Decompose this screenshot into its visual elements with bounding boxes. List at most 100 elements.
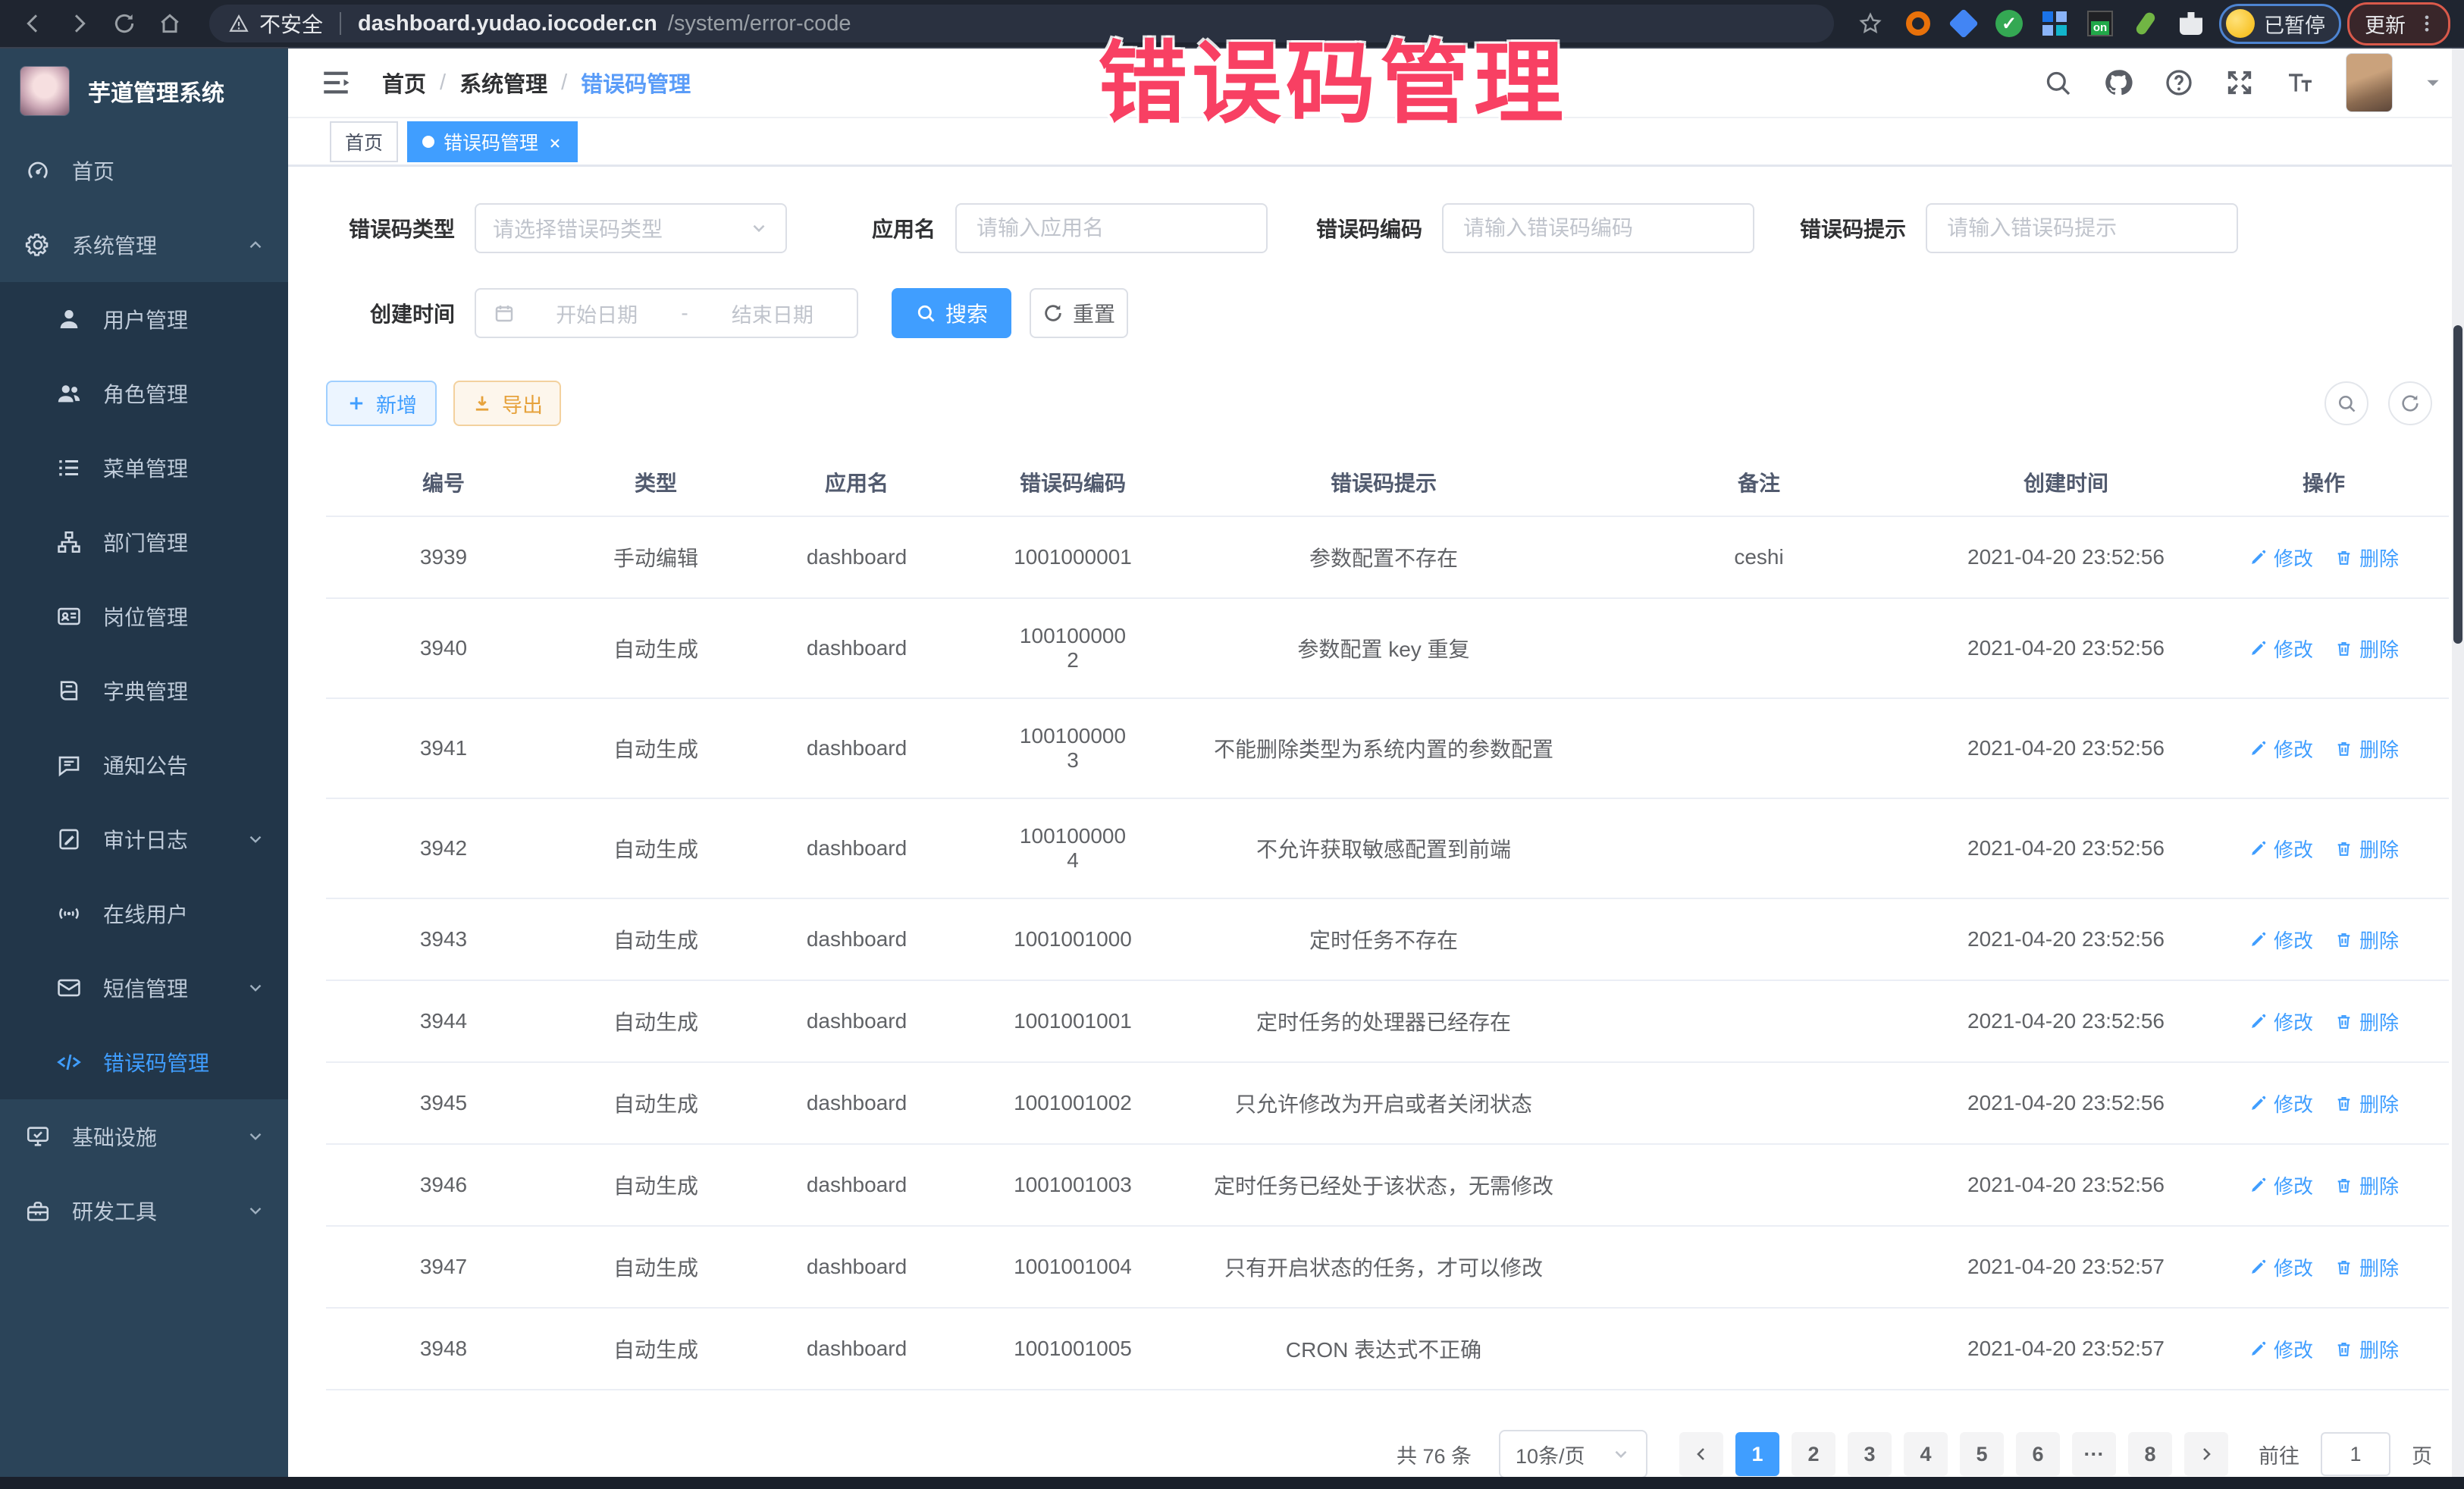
help-icon[interactable] [2164,67,2194,98]
cell-hint: 只允许修改为开启或者关闭状态 [1183,1062,1585,1144]
table-header-row: 编号 类型 应用名 错误码编码 错误码提示 备注 创建时间 操作 [326,452,2449,516]
ext-blue-gem[interactable] [1949,9,1978,38]
cell-app: dashboard [751,980,963,1062]
forward-icon[interactable] [59,4,99,43]
next-page-button[interactable] [2184,1432,2228,1476]
delete-row-button[interactable]: 删除 [2334,835,2399,863]
delete-row-button[interactable]: 删除 [2334,1253,2399,1281]
delete-row-button[interactable]: 删除 [2334,1171,2399,1199]
home-icon[interactable] [150,4,190,43]
tab-error-code[interactable]: 错误码管理 [407,121,578,162]
sidebar-item-岗位管理[interactable]: 岗位管理 [0,579,288,654]
cell-code: 1001000004 [963,798,1183,898]
page-button-3[interactable]: 3 [1848,1432,1892,1476]
avatar-caret-icon[interactable] [2423,73,2443,92]
search-button[interactable]: 搜索 [892,288,1011,338]
page-button-6[interactable]: 6 [2016,1432,2060,1476]
show-search-icon-button[interactable] [2324,381,2368,425]
error-code-input[interactable] [1442,203,1754,253]
browser-update-button[interactable]: 更新 [2347,2,2450,45]
page-button-8[interactable]: 8 [2128,1432,2172,1476]
edit-row-button[interactable]: 修改 [2249,735,2313,763]
user-avatar[interactable] [2346,53,2393,112]
edit-row-button[interactable]: 修改 [2249,635,2313,663]
ext-green-badge[interactable]: ✓ [1995,9,2024,38]
cell-hint: 只有开启状态的任务，才可以修改 [1183,1226,1585,1308]
delete-row-button[interactable]: 删除 [2334,1008,2399,1036]
browser-menu-icon[interactable] [2416,9,2437,38]
sidebar-item-字典管理[interactable]: 字典管理 [0,654,288,728]
browser-profile-chip[interactable]: 已暂停 [2219,4,2341,44]
ext-on-switch[interactable]: on [2086,9,2114,38]
sidebar-item-研发工具[interactable]: 研发工具 [0,1174,288,1248]
ext-puzzle[interactable] [2177,9,2205,38]
address-bar[interactable]: 不安全 dashboard.yudao.iocoder.cn /system/e… [209,5,1834,42]
app-name-input[interactable] [955,203,1268,253]
sidebar-item-角色管理[interactable]: 角色管理 [0,356,288,431]
sidebar-item-基础设施[interactable]: 基础设施 [0,1099,288,1174]
page-size-select[interactable]: 10条/页 [1499,1430,1647,1478]
prev-page-button[interactable] [1679,1432,1723,1476]
delete-row-button[interactable]: 删除 [2334,1089,2399,1118]
error-type-select[interactable]: 请选择错误码类型 [475,203,787,253]
edit-row-button[interactable]: 修改 [2249,1253,2313,1281]
edit-row-button[interactable]: 修改 [2249,1335,2313,1363]
sidebar-item-短信管理[interactable]: 短信管理 [0,951,288,1025]
ext-green-tool[interactable] [2131,9,2160,38]
reload-icon[interactable] [105,4,144,43]
page-button-5[interactable]: 5 [1960,1432,2004,1476]
sidebar-item-错误码管理[interactable]: 错误码管理 [0,1025,288,1099]
edit-row-button[interactable]: 修改 [2249,1171,2313,1199]
pencil-icon [2249,1012,2268,1031]
back-icon[interactable] [14,4,53,43]
goto-page-input[interactable] [2321,1432,2390,1476]
refresh-table-button[interactable] [2388,381,2432,425]
add-button[interactable]: 新增 [326,381,437,426]
sidebar-item-首页[interactable]: 首页 [0,133,288,208]
infra-icon [25,1124,51,1149]
delete-row-button[interactable]: 删除 [2334,635,2399,663]
sidebar-item-在线用户[interactable]: 在线用户 [0,876,288,951]
scrollbar-thumb[interactable] [2453,325,2462,644]
bookmark-star-icon[interactable] [1851,4,1890,43]
delete-row-button[interactable]: 删除 [2334,1335,2399,1363]
edit-row-button[interactable]: 修改 [2249,544,2313,572]
page-button-1[interactable]: 1 [1735,1432,1779,1476]
sidebar-item-通知公告[interactable]: 通知公告 [0,728,288,802]
date-range-picker[interactable]: 开始日期 - 结束日期 [475,288,858,338]
breadcrumb-home[interactable]: 首页 [382,67,426,99]
edit-row-button[interactable]: 修改 [2249,1008,2313,1036]
reset-button[interactable]: 重置 [1030,288,1128,338]
page-button-2[interactable]: 2 [1792,1432,1835,1476]
edit-row-button[interactable]: 修改 [2249,926,2313,954]
fullscreen-icon[interactable] [2224,67,2255,98]
sidebar-item-菜单管理[interactable]: 菜单管理 [0,431,288,505]
page-scrollbar[interactable] [2452,49,2464,1478]
delete-row-button[interactable]: 删除 [2334,544,2399,572]
search-icon[interactable] [2042,67,2073,98]
breadcrumb-system[interactable]: 系统管理 [459,67,547,99]
page-ellipsis[interactable]: ··· [2072,1432,2116,1476]
tab-home[interactable]: 首页 [330,121,398,162]
sidebar-item-审计日志[interactable]: 审计日志 [0,802,288,876]
app-logo-row[interactable]: 芋道管理系统 [0,49,288,133]
sidebar-item-部门管理[interactable]: 部门管理 [0,505,288,579]
hamburger-icon[interactable] [320,67,352,99]
edit-row-button[interactable]: 修改 [2249,835,2313,863]
font-size-icon[interactable] [2285,67,2315,98]
error-hint-input[interactable] [1926,203,2238,253]
sidebar-item-用户管理[interactable]: 用户管理 [0,282,288,356]
export-button[interactable]: 导出 [453,381,561,426]
edit-row-button[interactable]: 修改 [2249,1089,2313,1118]
trash-icon [2334,1094,2353,1113]
close-tab-icon[interactable] [547,134,563,149]
delete-row-button[interactable]: 删除 [2334,735,2399,763]
sidebar-item-系统管理[interactable]: 系统管理 [0,208,288,282]
ext-orange-ring[interactable] [1904,9,1933,38]
ext-grid[interactable] [2040,9,2069,38]
github-icon[interactable] [2103,67,2133,98]
cell-id: 3941 [326,698,561,798]
sidebar-item-label: 用户管理 [103,304,188,334]
delete-row-button[interactable]: 删除 [2334,926,2399,954]
page-button-4[interactable]: 4 [1904,1432,1948,1476]
